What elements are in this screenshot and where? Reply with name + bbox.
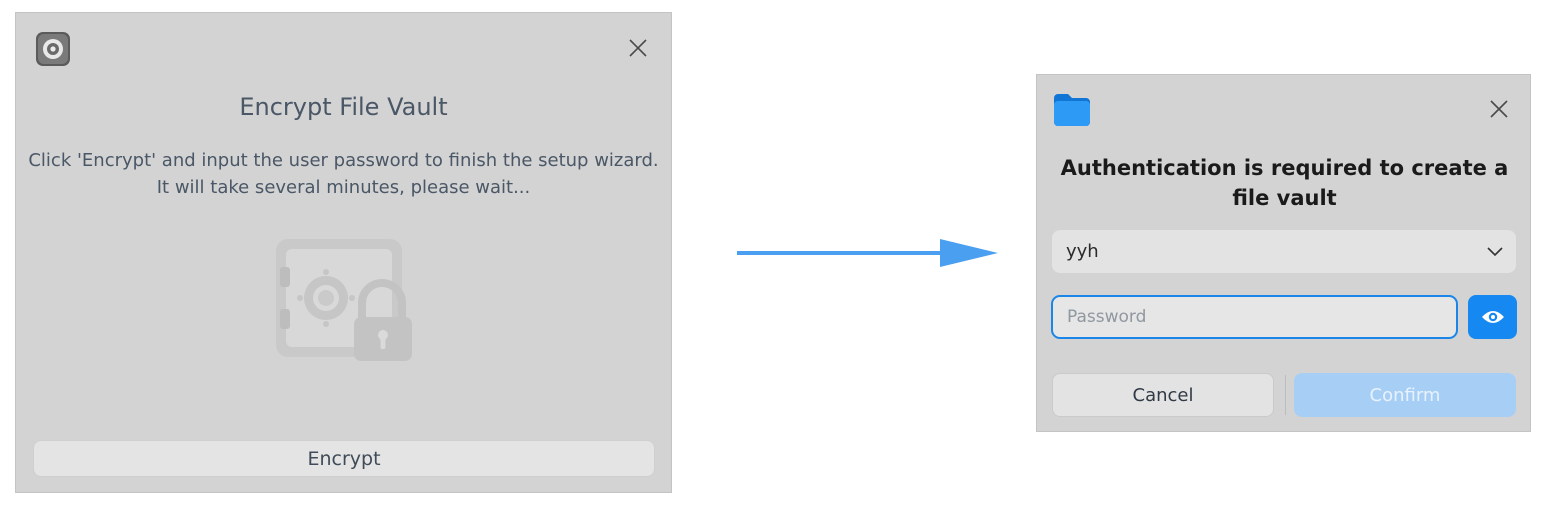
dialog-title: Authentication is required to create a f… — [1060, 156, 1509, 210]
show-password-button[interactable] — [1468, 295, 1517, 339]
selected-user: yyh — [1066, 241, 1099, 262]
button-divider — [1285, 375, 1286, 415]
safe-with-padlock-icon — [276, 239, 412, 361]
folder-icon — [1054, 94, 1090, 126]
arrow-right-icon — [737, 239, 998, 267]
cancel-button[interactable]: Cancel — [1052, 373, 1274, 417]
encrypt-button[interactable]: Encrypt — [33, 440, 655, 477]
user-select[interactable]: yyh — [1052, 230, 1516, 273]
dialog-description: Click 'Encrypt' and input the user passw… — [16, 147, 671, 201]
eye-icon — [1481, 311, 1504, 323]
close-icon[interactable] — [1488, 98, 1510, 120]
confirm-button[interactable]: Confirm — [1294, 373, 1516, 417]
dialog-title: Encrypt File Vault — [239, 93, 448, 121]
authentication-dialog: Authentication is required to create a f… — [1036, 74, 1531, 432]
description-line-2: It will take several minutes, please wai… — [156, 177, 531, 198]
description-line-1: Click 'Encrypt' and input the user passw… — [28, 150, 659, 171]
close-icon[interactable] — [627, 37, 649, 59]
password-input[interactable] — [1051, 295, 1458, 339]
chevron-down-icon — [1487, 247, 1503, 257]
encrypt-vault-dialog: Encrypt File Vault Click 'Encrypt' and i… — [15, 12, 672, 493]
disk-lock-icon — [36, 32, 70, 66]
